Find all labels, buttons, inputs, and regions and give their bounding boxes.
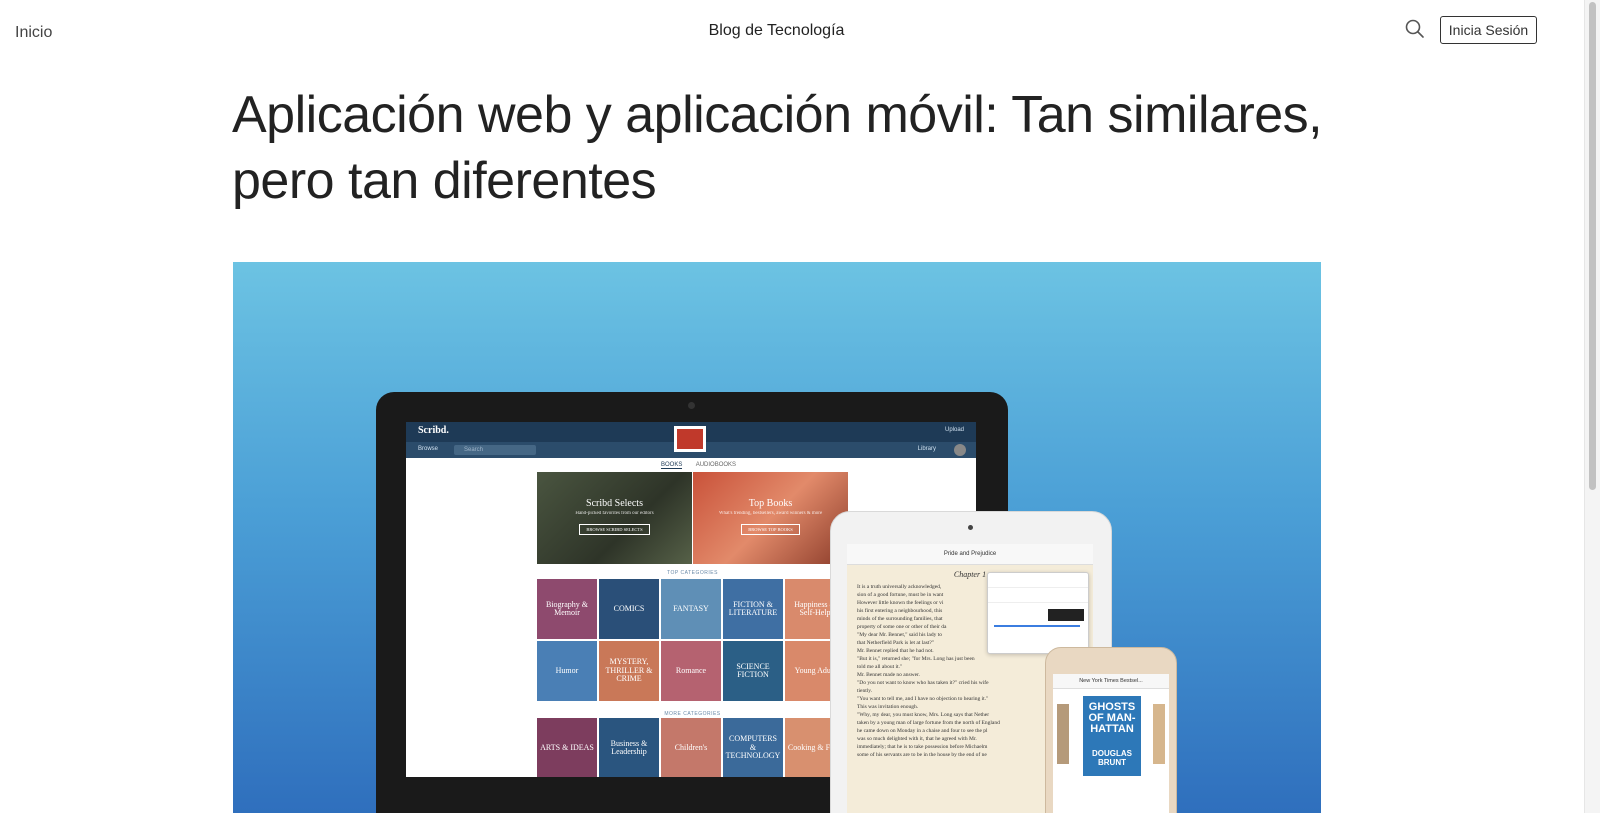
phone-book-cover: GHOSTS OF MAN-HATTAN DOUGLAS BRUNT xyxy=(1083,696,1141,776)
featured-title: Top Books xyxy=(748,498,793,509)
category-tile: Romance xyxy=(661,641,721,701)
app-search-field: Search xyxy=(454,445,536,455)
category-tile: COMPUTERS & TECHNOLOGY xyxy=(723,718,783,777)
category-tile: FICTION & LITERATURE xyxy=(723,579,783,639)
top-categories-grid: Biography & Memoir COMICS FANTASY FICTION &… xyxy=(537,579,847,701)
category-tile: FANTASY xyxy=(661,579,721,639)
featured-card-top-books: Top Books What's trending, bestsellers, … xyxy=(693,472,848,564)
category-tile: Biography & Memoir xyxy=(537,579,597,639)
featured-subtitle: Hand-picked favorites from our editors xyxy=(575,511,654,516)
app-tabs: BOOKS AUDIOBOOKS xyxy=(661,462,748,469)
phone-list-title: New York Times Bestsel... xyxy=(1053,674,1169,689)
category-tile: COMICS xyxy=(599,579,659,639)
popover-brightness-slider xyxy=(994,625,1080,627)
hero-image: Scribd. Upload Browse Search Library BOO… xyxy=(233,262,1321,813)
tablet-camera xyxy=(968,525,973,530)
category-tile: Humor xyxy=(537,641,597,701)
tablet-book-title: Pride and Prejudice xyxy=(847,544,1093,565)
phone-book-author: DOUGLAS BRUNT xyxy=(1092,749,1132,767)
app-logo: Scribd. xyxy=(418,425,449,436)
phone-device: New York Times Bestsel... GHOSTS OF MAN-… xyxy=(1045,647,1177,813)
featured-subtitle: What's trending, bestsellers, award winn… xyxy=(718,511,823,516)
search-button[interactable] xyxy=(1404,18,1426,40)
category-tile: Children's xyxy=(661,718,721,777)
popover-row xyxy=(988,573,1088,588)
article-title: Aplicación web y aplicación móvil: Tan s… xyxy=(232,86,1323,210)
scrollbar-thumb[interactable] xyxy=(1589,2,1596,490)
featured-button: BROWSE SCRIBD SELECTS xyxy=(579,524,650,535)
more-categories-label: MORE CATEGORIES xyxy=(664,711,721,717)
popover-row xyxy=(988,588,1088,603)
top-categories-label: TOP CATEGORIES xyxy=(667,570,718,576)
phone-screen: New York Times Bestsel... GHOSTS OF MAN-… xyxy=(1053,674,1169,813)
featured-card-selects: Scribd Selects Hand-picked favorites fro… xyxy=(537,472,692,564)
page-scrollbar[interactable] xyxy=(1584,0,1600,813)
featured-button: BROWSE TOP BOOKS xyxy=(741,524,800,535)
tablet-settings-popover xyxy=(987,572,1089,654)
popover-theme-swatch xyxy=(1048,609,1084,621)
category-tile: MYSTERY, THRILLER & CRIME xyxy=(599,641,659,701)
phone-book-title: GHOSTS OF MAN-HATTAN xyxy=(1088,701,1136,735)
laptop-camera xyxy=(688,402,695,409)
app-tab-audiobooks: AUDIOBOOKS xyxy=(695,462,737,468)
app-tab-books: BOOKS xyxy=(661,462,683,469)
more-categories-grid: ARTS & IDEAS Business & Leadership Childre… xyxy=(537,718,847,777)
app-avatar xyxy=(954,444,966,456)
search-icon xyxy=(1405,19,1424,38)
site-title: Blog de Tecnología xyxy=(708,22,845,39)
category-tile: Business & Leadership xyxy=(599,718,659,777)
category-tile: SCIENCE FICTION xyxy=(723,641,783,701)
app-book-thumbnail xyxy=(674,426,706,452)
phone-side-book xyxy=(1153,704,1165,764)
app-library-label: Library xyxy=(917,446,936,452)
app-browse-label: Browse xyxy=(418,446,439,452)
app-upload-label: Upload xyxy=(944,427,964,433)
phone-side-book xyxy=(1057,704,1069,764)
category-tile: ARTS & IDEAS xyxy=(537,718,597,777)
featured-title: Scribd Selects xyxy=(586,498,643,509)
login-button[interactable]: Inicia Sesión xyxy=(1440,16,1537,44)
